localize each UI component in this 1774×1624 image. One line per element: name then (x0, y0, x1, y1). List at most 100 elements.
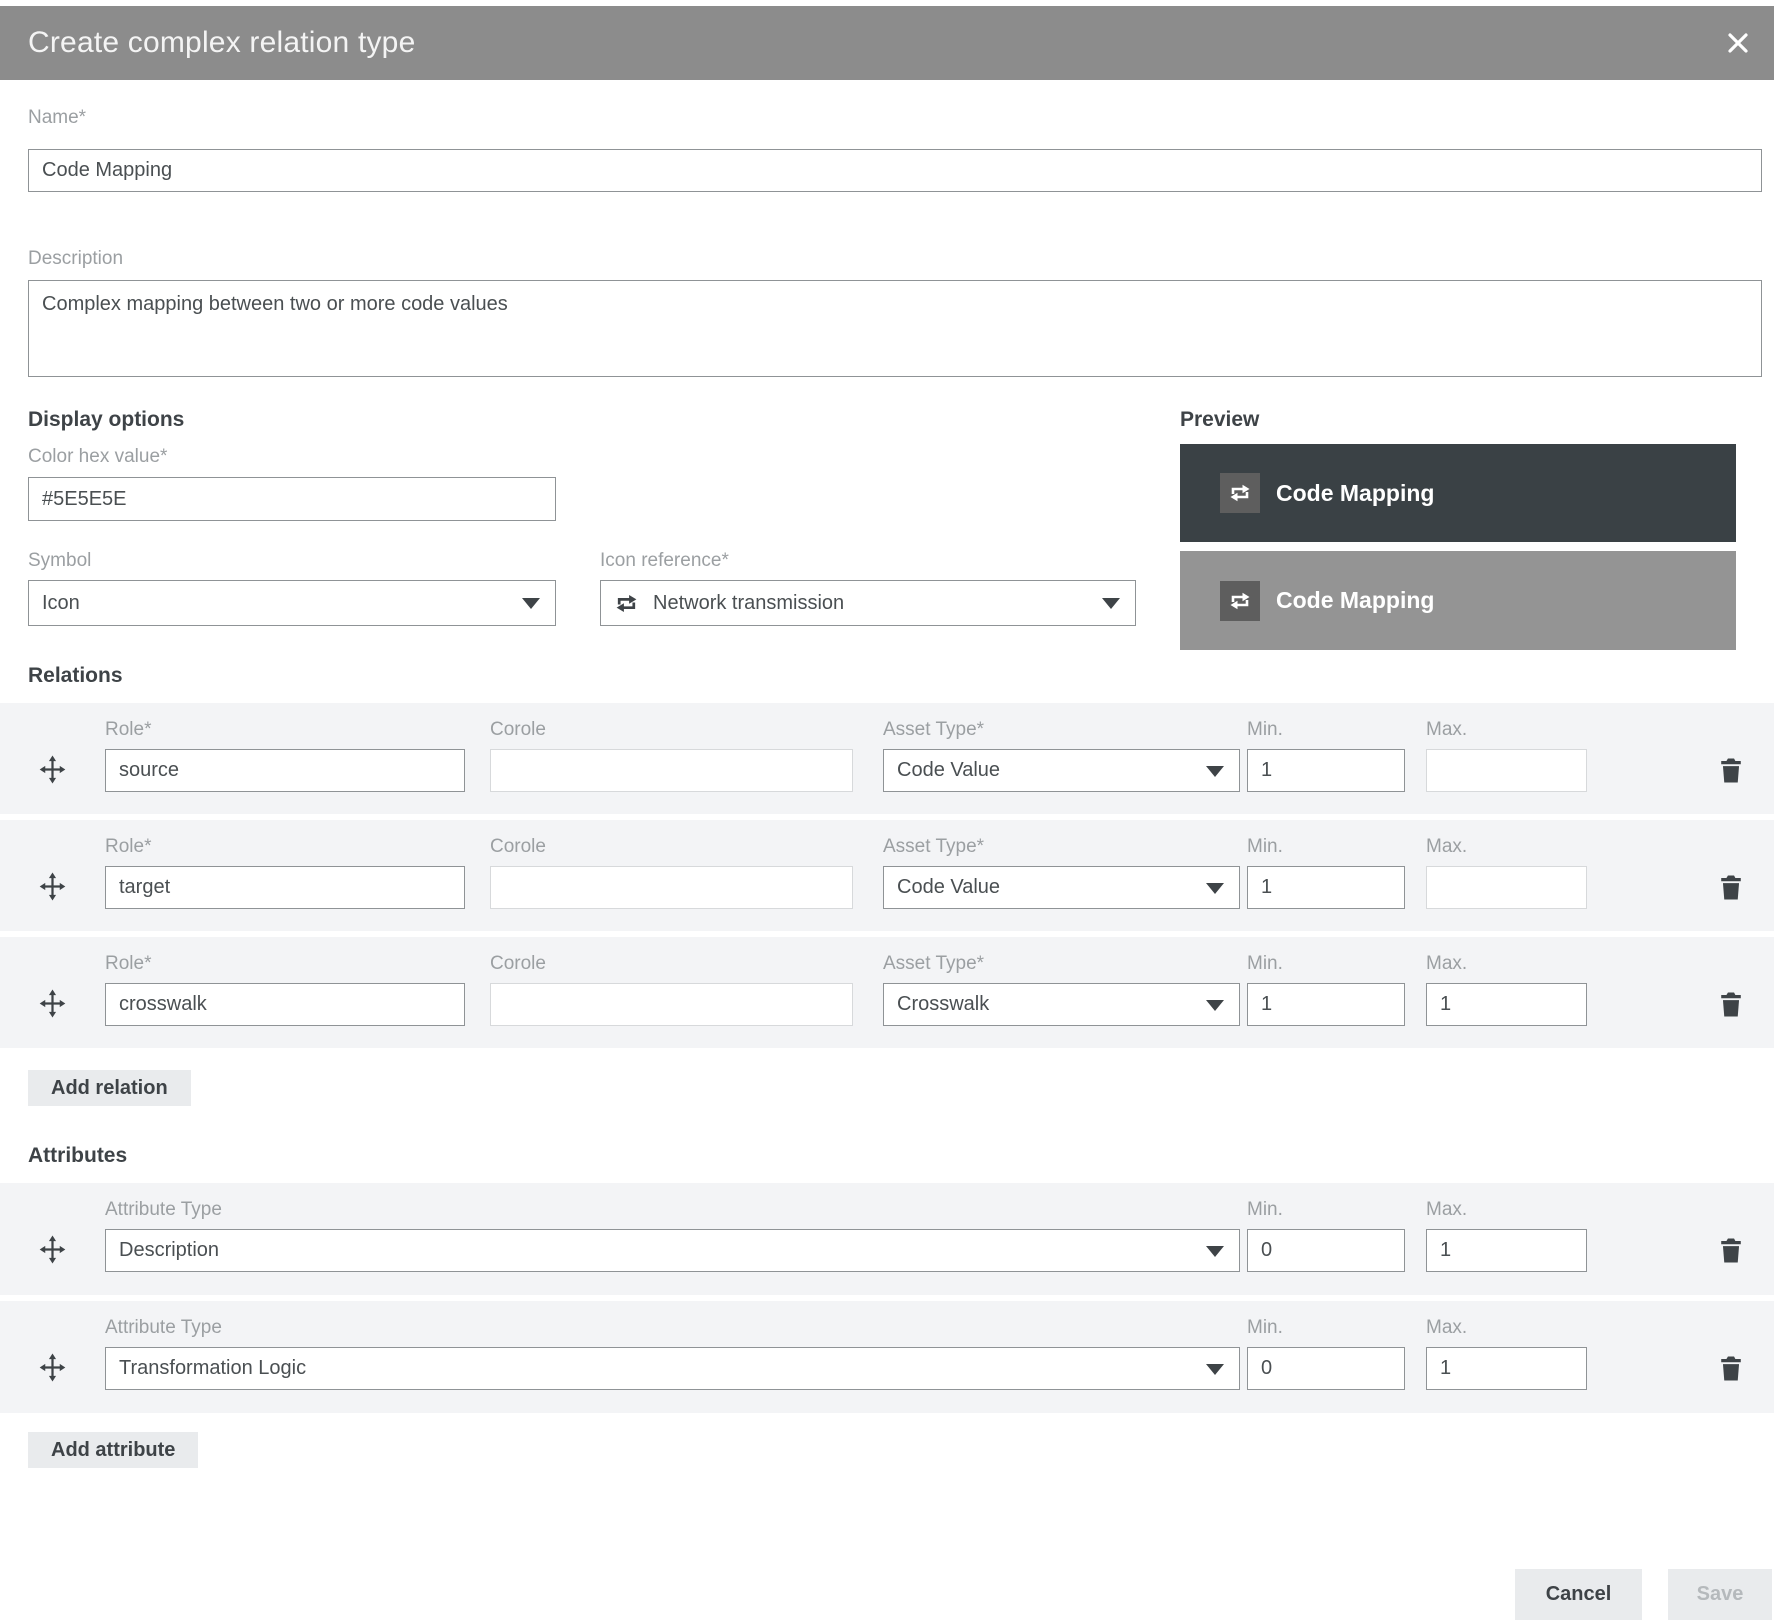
name-input[interactable] (28, 149, 1762, 192)
corole-input[interactable] (490, 866, 853, 909)
asset-type-select-value: Crosswalk (897, 993, 990, 1015)
relation-row: Role* Corole Asset Type* Crosswalk Min. … (0, 937, 1774, 1048)
max-label: Max. (1426, 719, 1468, 740)
drag-handle[interactable] (0, 1183, 105, 1264)
chevron-down-icon (1206, 1363, 1224, 1375)
move-icon (39, 1235, 66, 1264)
icon-reference-select[interactable]: Network transmission (600, 580, 1136, 626)
corole-label: Corole (490, 836, 546, 857)
color-hex-input[interactable] (28, 477, 556, 521)
symbol-select[interactable]: Icon (28, 580, 556, 626)
drag-handle[interactable] (0, 820, 105, 901)
network-transmission-icon (1228, 481, 1252, 505)
move-icon (39, 755, 66, 784)
asset-type-label: Asset Type* (883, 836, 985, 857)
display-options-heading: Display options (28, 408, 185, 431)
role-input[interactable] (105, 866, 465, 909)
close-button[interactable] (1718, 23, 1758, 63)
preview-card-label: Code Mapping (1276, 587, 1435, 613)
delete-attribute-button[interactable] (1714, 1301, 1748, 1382)
chevron-down-icon (1206, 882, 1224, 894)
role-label: Role* (105, 953, 152, 974)
description-textarea[interactable] (28, 280, 1762, 377)
attribute-row: Attribute Type Description Min. Max. (0, 1183, 1774, 1295)
network-transmission-icon (614, 591, 639, 616)
role-label: Role* (105, 836, 152, 857)
max-input[interactable] (1426, 1347, 1587, 1390)
attribute-type-select-value: Transformation Logic (119, 1357, 307, 1379)
delete-attribute-button[interactable] (1714, 1183, 1748, 1264)
trash-icon (1720, 992, 1742, 1017)
save-button[interactable]: Save (1668, 1569, 1772, 1620)
corole-input[interactable] (490, 983, 853, 1026)
role-label: Role* (105, 719, 152, 740)
asset-type-select-value: Code Value (897, 759, 1001, 781)
delete-relation-button[interactable] (1714, 820, 1748, 901)
chevron-down-icon (1102, 598, 1120, 609)
dialog-title: Create complex relation type (28, 26, 416, 59)
attribute-type-label: Attribute Type (105, 1317, 222, 1338)
symbol-select-value: Icon (42, 591, 80, 614)
min-label: Min. (1247, 719, 1283, 740)
min-input[interactable] (1247, 866, 1405, 909)
max-input[interactable] (1426, 983, 1587, 1026)
max-label: Max. (1426, 836, 1468, 857)
chevron-down-icon (1206, 765, 1224, 777)
attributes-heading: Attributes (28, 1144, 128, 1167)
preview-icon-chip (1220, 580, 1260, 621)
preview-card-label: Code Mapping (1276, 479, 1435, 506)
max-label: Max. (1426, 1199, 1468, 1220)
role-input[interactable] (105, 749, 465, 792)
chevron-down-icon (1206, 1245, 1224, 1257)
trash-icon (1720, 758, 1742, 783)
move-icon (39, 872, 66, 901)
drag-handle[interactable] (0, 1301, 105, 1382)
max-input[interactable] (1426, 1229, 1587, 1272)
asset-type-select[interactable]: Code Value (883, 866, 1240, 909)
preview-icon-chip (1220, 473, 1260, 513)
dialog-header: Create complex relation type (0, 6, 1774, 80)
move-icon (39, 989, 66, 1018)
icon-reference-label: Icon reference* (600, 550, 729, 571)
cancel-button[interactable]: Cancel (1515, 1569, 1642, 1620)
delete-relation-button[interactable] (1714, 937, 1748, 1018)
drag-handle[interactable] (0, 703, 105, 784)
min-label: Min. (1247, 1199, 1283, 1220)
min-label: Min. (1247, 836, 1283, 857)
asset-type-select[interactable]: Code Value (883, 749, 1240, 792)
add-attribute-button[interactable]: Add attribute (28, 1432, 199, 1468)
drag-handle[interactable] (0, 937, 105, 1018)
min-label: Min. (1247, 1317, 1283, 1338)
asset-type-label: Asset Type* (883, 953, 985, 974)
asset-type-select[interactable]: Crosswalk (883, 983, 1240, 1026)
attribute-type-select[interactable]: Description (105, 1229, 1240, 1272)
asset-type-select-value: Code Value (897, 876, 1001, 898)
description-label: Description (28, 248, 124, 269)
max-label: Max. (1426, 1317, 1468, 1338)
trash-icon (1720, 875, 1742, 900)
add-relation-button[interactable]: Add relation (28, 1070, 191, 1106)
min-input[interactable] (1247, 749, 1405, 792)
preview-card-gray: Code Mapping (1180, 551, 1736, 650)
trash-icon (1720, 1238, 1742, 1263)
chevron-down-icon (1206, 999, 1224, 1011)
corole-input[interactable] (490, 749, 853, 792)
max-input[interactable] (1426, 866, 1587, 909)
min-input[interactable] (1247, 1229, 1405, 1272)
delete-relation-button[interactable] (1714, 703, 1748, 784)
corole-label: Corole (490, 953, 546, 974)
trash-icon (1720, 1356, 1742, 1381)
min-input[interactable] (1247, 983, 1405, 1026)
min-input[interactable] (1247, 1347, 1405, 1390)
max-input[interactable] (1426, 749, 1587, 792)
max-label: Max. (1426, 953, 1468, 974)
preview-card-dark: Code Mapping (1180, 444, 1736, 542)
relation-row: Role* Corole Asset Type* Code Value Min.… (0, 820, 1774, 931)
name-label: Name* (28, 107, 87, 128)
relation-row: Role* Corole Asset Type* Code Value Min.… (0, 703, 1774, 814)
close-icon (1726, 31, 1750, 55)
role-input[interactable] (105, 983, 465, 1026)
chevron-down-icon (522, 598, 540, 609)
min-label: Min. (1247, 953, 1283, 974)
attribute-type-select[interactable]: Transformation Logic (105, 1347, 1240, 1390)
